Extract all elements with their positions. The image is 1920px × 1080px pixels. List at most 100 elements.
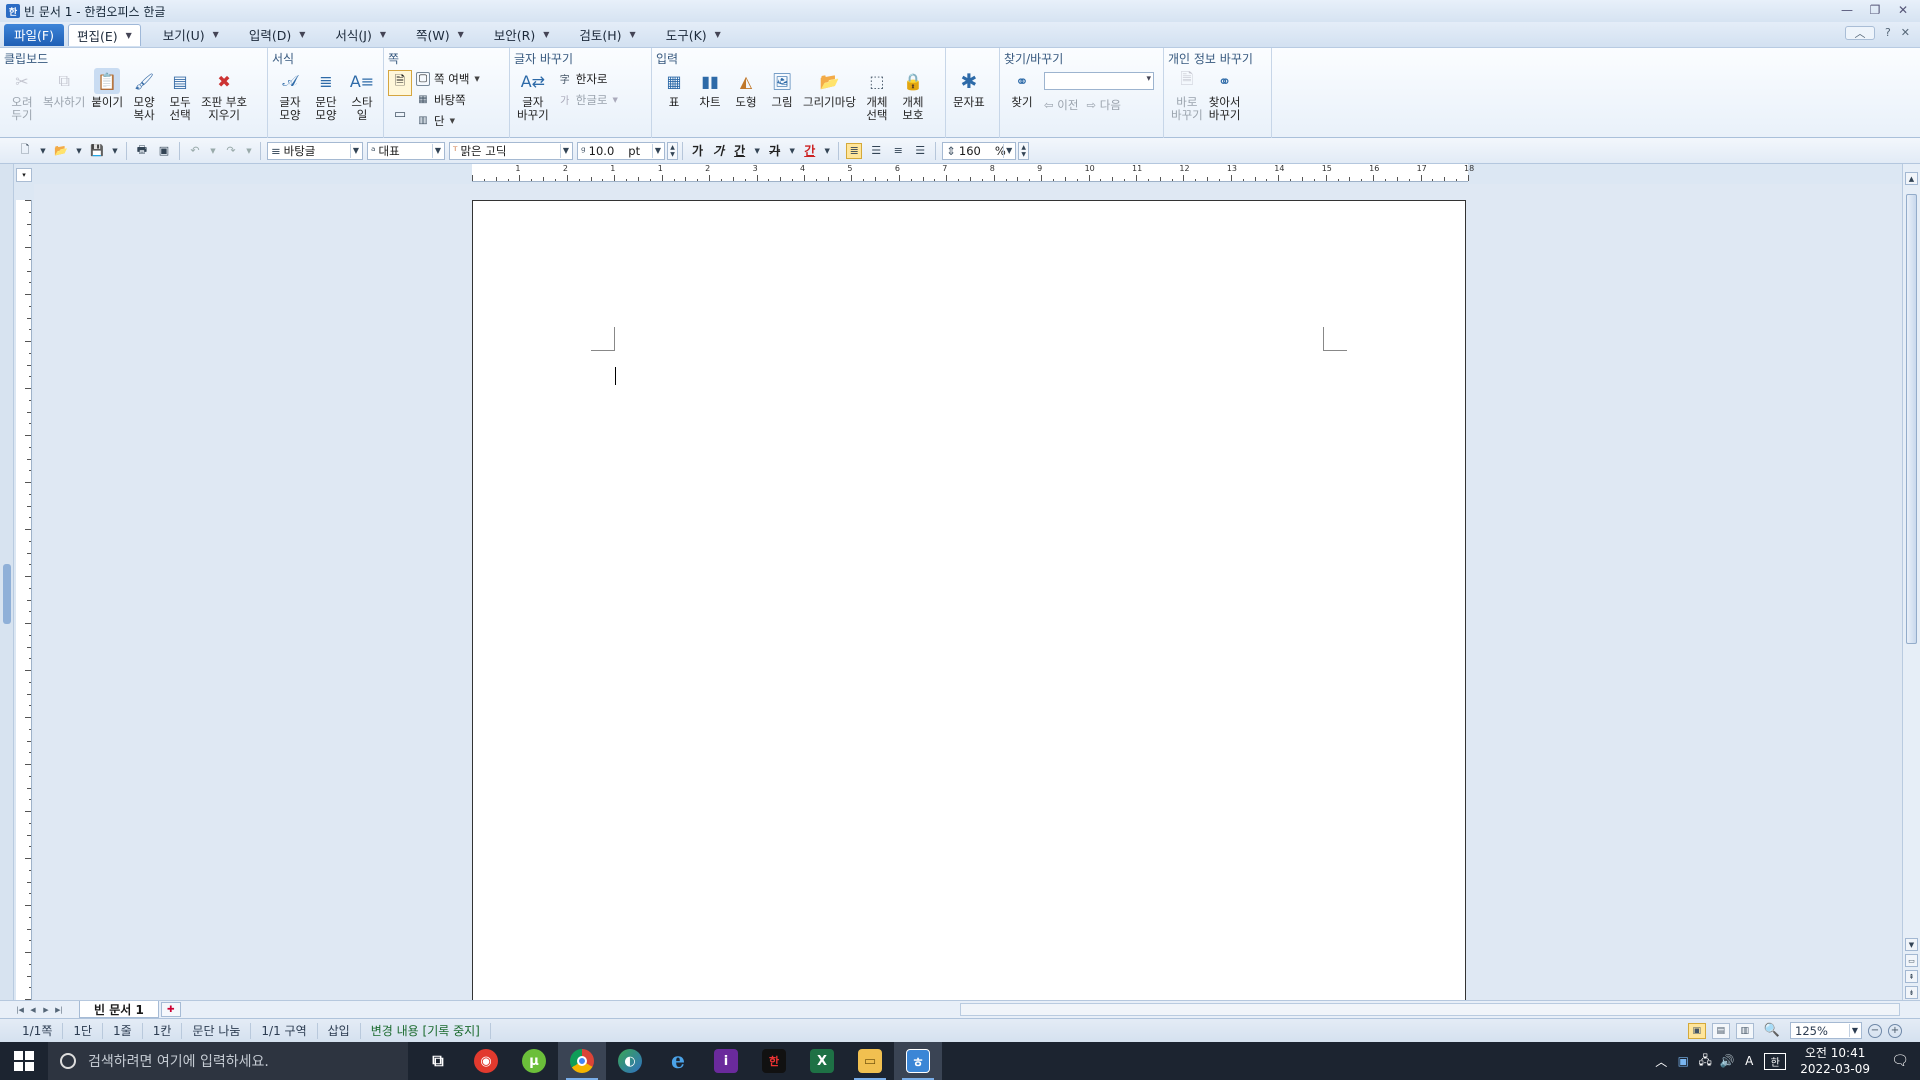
underline-button[interactable]: 간 xyxy=(734,142,745,159)
line-spacing-spinner[interactable]: ▲ ▼ xyxy=(1018,141,1030,160)
chevron-down-icon[interactable]: ▼ xyxy=(753,143,761,159)
side-panel-handle[interactable] xyxy=(3,564,11,624)
collapse-ribbon-button[interactable]: ︿ xyxy=(1844,26,1875,40)
table-button[interactable]: ▦ 표 xyxy=(659,68,689,109)
find-prev-button[interactable]: ⇦ 이전 xyxy=(1044,97,1078,113)
language-select[interactable]: ᵃ 대표 ▼ xyxy=(367,141,445,160)
chevron-down-icon[interactable]: ▼ xyxy=(823,143,831,159)
help-button[interactable]: ? xyxy=(1885,26,1891,40)
tab-document-1[interactable]: 빈 문서 1 xyxy=(79,1001,159,1018)
vertical-scrollbar[interactable]: ▲ ▼ ▭ ⇞ ⇟ xyxy=(1902,164,1920,1004)
taskbar-file-explorer[interactable]: ▭ xyxy=(846,1042,894,1080)
minimize-button[interactable]: — xyxy=(1836,2,1858,18)
redo-icon[interactable]: ↷ xyxy=(223,143,239,159)
page-icon[interactable]: 🗎 xyxy=(388,70,412,96)
ime-mode[interactable]: A xyxy=(1738,1054,1760,1068)
drawing-button[interactable]: 📂 그리기마당 xyxy=(803,68,856,109)
chevron-down-icon[interactable]: ▼ xyxy=(788,143,796,159)
menu-insert[interactable]: 입력(D) ▼ xyxy=(241,24,314,46)
app-tray-icon[interactable]: ▣ xyxy=(1672,1054,1694,1068)
background-page-button[interactable]: ▦ 바탕쪽 xyxy=(416,89,480,110)
align-right-icon[interactable]: ☰ xyxy=(912,143,928,159)
chevron-down-icon[interactable]: ▼ xyxy=(209,143,217,159)
menu-file[interactable]: 파일(F) xyxy=(4,23,64,46)
style-button[interactable]: A≡ 스타일 xyxy=(347,68,377,122)
menu-view[interactable]: 보기(U) ▼ xyxy=(155,24,227,46)
columns-button[interactable]: ▥ 단 ▼ xyxy=(416,110,480,131)
close-button[interactable]: ✕ xyxy=(1892,2,1914,18)
page-margin-button[interactable]: ▢ 쪽 여백 ▼ xyxy=(416,68,480,89)
menu-review[interactable]: 검토(H) ▼ xyxy=(571,24,643,46)
taskbar-excel[interactable]: X xyxy=(798,1042,846,1080)
taskbar-chrome[interactable] xyxy=(558,1042,606,1080)
chevron-down-icon[interactable]: ▼ xyxy=(380,30,386,39)
find-replace-button[interactable]: ⚭ 찾아서 바꾸기 xyxy=(1209,68,1241,122)
ime-language-indicator[interactable]: 한 xyxy=(1764,1052,1787,1070)
document-page[interactable] xyxy=(472,200,1466,1000)
font-color-button[interactable]: 간 xyxy=(804,142,815,159)
horizontal-scrollbar[interactable] xyxy=(960,1003,1900,1016)
chevron-down-icon[interactable]: ▼ xyxy=(39,143,47,159)
taskbar-internet-explorer[interactable]: e xyxy=(654,1042,702,1080)
start-button[interactable] xyxy=(0,1042,48,1080)
tab-last-icon[interactable]: ▶| xyxy=(53,1004,65,1016)
chevron-down-icon[interactable]: ▼ xyxy=(126,31,132,40)
taskbar-clock[interactable]: 오전 10:41 2022-03-09 xyxy=(1800,1045,1870,1077)
ruler-corner-button[interactable]: ▾ xyxy=(16,168,32,182)
close-document-button[interactable]: ✕ xyxy=(1901,26,1910,40)
tab-prev-icon[interactable]: ◀ xyxy=(27,1004,39,1016)
zoom-select[interactable]: 125% ▼ xyxy=(1790,1022,1862,1039)
hwp-app-icon[interactable]: 한 xyxy=(6,4,20,18)
horizontal-ruler[interactable]: 1 2 1 1 2 3 4 5 6 7 8 9 10 11 12 13 14 15 16 17 18 xyxy=(472,164,1474,182)
taskbar-app-red[interactable]: ◉ xyxy=(462,1042,510,1080)
char-convert-button[interactable]: A⇄ 글자 바꾸기 xyxy=(517,68,549,122)
notification-icon[interactable]: 🗨 xyxy=(1880,1042,1920,1080)
zoom-out-icon[interactable]: − xyxy=(1868,1023,1882,1038)
web-view-button[interactable]: ▤ xyxy=(1711,1022,1730,1039)
menu-tools[interactable]: 도구(K) ▼ xyxy=(658,24,729,46)
undo-icon[interactable]: ↶ xyxy=(187,143,203,159)
cut-button[interactable]: ✂ 오려 두기 xyxy=(7,68,37,122)
volume-icon[interactable]: 🔊 xyxy=(1716,1054,1738,1068)
tab-first-icon[interactable]: |◀ xyxy=(14,1004,26,1016)
scroll-down-button[interactable]: ▼ xyxy=(1905,938,1918,951)
vertical-ruler[interactable] xyxy=(16,200,32,1000)
style-select[interactable]: ≡ 바탕글 ▼ xyxy=(267,141,363,160)
char-shape-button[interactable]: 𝒜 글자 모양 xyxy=(275,68,305,122)
object-protect-button[interactable]: 🔒 개체 보호 xyxy=(898,68,928,122)
menu-edit[interactable]: 편집(E) ▼ xyxy=(67,23,141,46)
chevron-up-icon[interactable]: ︿ xyxy=(1650,1053,1672,1070)
open-folder-icon[interactable]: 📂 xyxy=(53,143,69,159)
find-button[interactable]: ⚭ 찾기 xyxy=(1007,68,1037,109)
picture-button[interactable]: 🖼 그림 xyxy=(767,68,797,109)
outline-view-button[interactable]: ▥ xyxy=(1735,1022,1754,1039)
prev-page-button[interactable]: ⇞ xyxy=(1905,970,1918,983)
find-input[interactable] xyxy=(1044,72,1154,90)
replace-now-button[interactable]: 🗎 바로 바꾸기 xyxy=(1171,68,1203,122)
new-document-icon[interactable]: 🗋 xyxy=(17,143,33,159)
restore-button[interactable]: ❐ xyxy=(1864,2,1886,18)
align-justify-icon[interactable]: ≣ xyxy=(846,142,863,159)
taskbar-search-box[interactable]: 검색하려면 여기에 입력하세요. xyxy=(48,1042,408,1080)
chevron-down-icon[interactable]: ▼ xyxy=(630,30,636,39)
taskbar-hwp[interactable]: ㅎ xyxy=(894,1042,942,1080)
bold-button[interactable]: 가 xyxy=(692,142,703,159)
chevron-down-icon[interactable]: ▼ xyxy=(458,30,464,39)
object-select-button[interactable]: ⬚ 개체 선택 xyxy=(862,68,892,122)
format-copy-button[interactable]: 🖌 모양 복사 xyxy=(129,68,159,122)
chevron-down-icon[interactable]: ▼ xyxy=(299,30,305,39)
italic-button[interactable]: 가 xyxy=(713,142,724,159)
select-all-button[interactable]: ▤ 모두 선택 xyxy=(165,68,195,122)
task-view-button[interactable]: ⧉ xyxy=(414,1042,462,1080)
status-track-changes[interactable]: 변경 내용 [기록 중지] xyxy=(361,1022,491,1039)
taskbar-app-purple[interactable]: i xyxy=(702,1042,750,1080)
chevron-down-icon[interactable]: ▼ xyxy=(245,143,253,159)
next-page-button[interactable]: ⇟ xyxy=(1905,986,1918,999)
chevron-down-icon[interactable]: ▼ xyxy=(111,143,119,159)
print-icon[interactable]: 🖶 xyxy=(134,143,150,159)
strikethrough-button[interactable]: 가 xyxy=(769,142,780,159)
taskbar-utorrent[interactable]: µ xyxy=(510,1042,558,1080)
shape-button[interactable]: ◭ 도형 xyxy=(731,68,761,109)
chevron-down-icon[interactable]: ▼ xyxy=(715,30,721,39)
chart-button[interactable]: ▮▮ 차트 xyxy=(695,68,725,109)
